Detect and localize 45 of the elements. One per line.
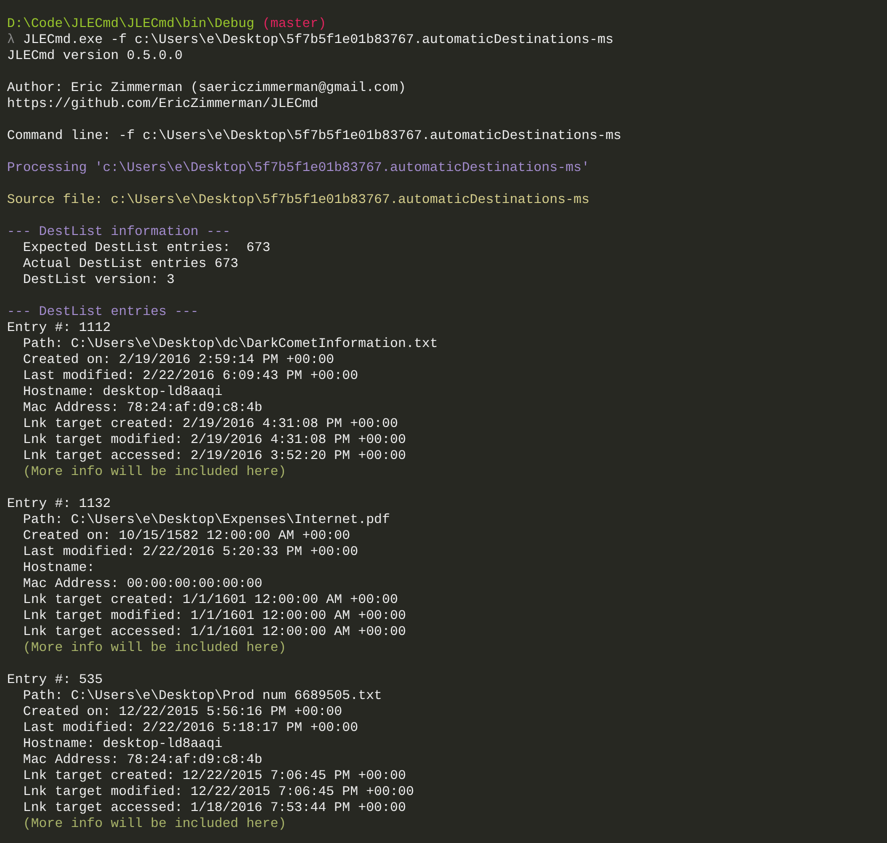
output-line: Lnk target accessed: 2/19/2016 3:52:20 PM +00:00 bbox=[22, 448, 406, 464]
output-line: Lnk target modified: 12/22/2015 7:06:45 PM +00:00 bbox=[22, 784, 414, 800]
output-line: Entry #: 1132 bbox=[7, 496, 111, 512]
output-line: JLECmd version 0.5.0.0 bbox=[7, 48, 183, 64]
output-line: Processing 'c:\Users\e\Desktop\5f7b5f1e01b83767.automaticDestinations-ms' bbox=[7, 160, 590, 176]
output-line: Source file: c:\Users\e\Desktop\5f7b5f1e01b83767.automaticDestinations-ms bbox=[7, 192, 590, 208]
output-line: https://github.com/EricZimmerman/JLECmd bbox=[7, 96, 318, 112]
output-line: Lnk target accessed: 1/18/2016 7:53:44 PM +00:00 bbox=[22, 800, 406, 816]
output-line: Actual DestList entries 673 bbox=[22, 256, 238, 272]
output-line: Command line: -f c:\Users\e\Desktop\5f7b5f1e01b83767.automaticDestinations-ms bbox=[7, 128, 622, 144]
output-line: Author: Eric Zimmerman (saericzimmerman@gmail.com) bbox=[7, 80, 406, 96]
output-line: Expected DestList entries: 673 bbox=[22, 240, 270, 256]
output-line: --- DestList entries --- bbox=[7, 304, 199, 320]
output-line: Entry #: 535 bbox=[7, 672, 103, 688]
output-line: Mac Address: 00:00:00:00:00:00 bbox=[22, 576, 262, 592]
output-line: Created on: 12/22/2015 5:56:16 PM +00:00 bbox=[22, 704, 342, 720]
output-line: Path: C:\Users\e\Desktop\Expenses\Internet.pdf bbox=[22, 512, 390, 528]
output-line: Lnk target created: 12/22/2015 7:06:45 PM +00:00 bbox=[22, 768, 406, 784]
output-line: Created on: 10/15/1582 12:00:00 AM +00:00 bbox=[22, 528, 350, 544]
output-line: DestList version: 3 bbox=[22, 272, 175, 288]
output-line: Mac Address: 78:24:af:d9:c8:4b bbox=[22, 400, 262, 416]
output-line: Lnk target modified: 1/1/1601 12:00:00 AM +00:00 bbox=[22, 608, 406, 624]
output-line: Lnk target created: 1/1/1601 12:00:00 AM +00:00 bbox=[22, 592, 398, 608]
prompt-path: D:\Code\JLECmd\JLECmd\bin\Debug bbox=[7, 16, 254, 32]
prompt-symbol: λ bbox=[7, 32, 15, 48]
output-line: Last modified: 2/22/2016 5:20:33 PM +00:00 bbox=[22, 544, 358, 560]
output-line: Last modified: 2/22/2016 6:09:43 PM +00:00 bbox=[22, 368, 358, 384]
output-line: Last modified: 2/22/2016 5:18:17 PM +00:00 bbox=[22, 720, 358, 736]
output-line: Created on: 2/19/2016 2:59:14 PM +00:00 bbox=[22, 352, 334, 368]
output-line: (More info will be included here) bbox=[22, 640, 286, 656]
git-branch: (master) bbox=[262, 16, 326, 32]
output-line: Hostname: bbox=[22, 560, 95, 576]
output-line: Path: C:\Users\e\Desktop\Prod num 6689505.txt bbox=[22, 688, 382, 704]
output-line: Lnk target created: 2/19/2016 4:31:08 PM +00:00 bbox=[22, 416, 398, 432]
output-line: --- DestList information --- bbox=[7, 224, 230, 240]
output-line: Entry #: 1112 bbox=[7, 320, 111, 336]
output-line: Lnk target modified: 2/19/2016 4:31:08 PM +00:00 bbox=[22, 432, 406, 448]
output-line: Mac Address: 78:24:af:d9:c8:4b bbox=[22, 752, 262, 768]
command-text: JLECmd.exe -f c:\Users\e\Desktop\5f7b5f1e01b83767.automaticDestinations-ms bbox=[22, 32, 614, 48]
output-line: Lnk target accessed: 1/1/1601 12:00:00 AM +00:00 bbox=[22, 624, 406, 640]
output-line: (More info will be included here) bbox=[22, 816, 286, 832]
output-line: Hostname: desktop-ld8aaqi bbox=[22, 384, 222, 400]
output-line: Hostname: desktop-ld8aaqi bbox=[22, 736, 222, 752]
output-line: (More info will be included here) bbox=[22, 464, 286, 480]
output-line: Path: C:\Users\e\Desktop\dc\DarkCometInformation.txt bbox=[22, 336, 438, 352]
